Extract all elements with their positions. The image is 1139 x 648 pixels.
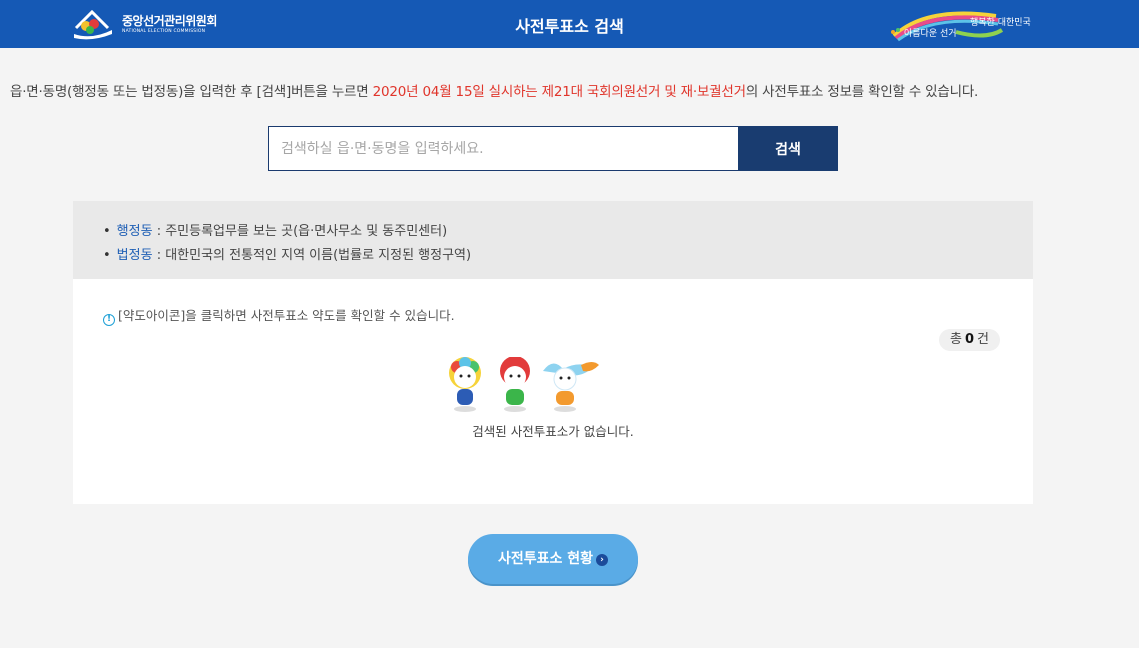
info-term: 법정동 bbox=[117, 248, 153, 263]
mascot-illustration bbox=[443, 357, 603, 419]
info-circle-icon: ! bbox=[103, 314, 115, 326]
result-panel: ![약도아이콘]을 클릭하면 사전투표소 약도를 확인할 수 있습니다. 총0건 bbox=[73, 279, 1033, 504]
notice-text: [약도아이콘]을 클릭하면 사전투표소 약도를 확인할 수 있습니다. bbox=[118, 308, 455, 323]
intro-highlight: 2020년 04월 15일 실시하는 제21대 국회의원선거 및 재·보궐선거 bbox=[373, 84, 746, 100]
early-voting-status-button[interactable]: 사전투표소 현황› bbox=[468, 534, 638, 584]
info-item-haengjeongdong: • 행정동 : 주민등록업무를 보는 곳(읍·면사무소 및 동주민센터) bbox=[103, 220, 447, 239]
search-button[interactable]: 검색 bbox=[738, 126, 838, 171]
slogan-right-text: 행복한 대한민국 bbox=[970, 15, 1031, 28]
status-button-label: 사전투표소 현황 bbox=[498, 551, 593, 567]
top-header: 중앙선거관리위원회 NATIONAL ELECTION COMMISSION 사… bbox=[0, 0, 1139, 48]
chevron-right-icon: › bbox=[596, 554, 608, 566]
dong-info-box: • 행정동 : 주민등록업무를 보는 곳(읍·면사무소 및 동주민센터) • 법정동… bbox=[73, 201, 1033, 279]
result-count-badge: 총0건 bbox=[939, 329, 1000, 351]
slogan-logo: 아름다운 선거 행복한 대한민국 bbox=[886, 6, 1036, 42]
intro-before: 읍·면·동명(행정동 또는 법정동)을 입력한 후 [검색]버튼을 누르면 bbox=[10, 84, 373, 100]
info-desc: : 대한민국의 전통적인 지역 이름(법률로 지정된 행정구역) bbox=[153, 248, 472, 263]
count-suffix: 건 bbox=[977, 332, 989, 347]
count-value: 0 bbox=[965, 332, 974, 347]
count-prefix: 총 bbox=[950, 332, 962, 347]
empty-result-message: 검색된 사전투표소가 없습니다. bbox=[73, 421, 1033, 440]
search-form: 검색 bbox=[268, 126, 838, 171]
bullet-icon: • bbox=[103, 248, 111, 263]
search-input[interactable] bbox=[268, 126, 739, 171]
map-notice: ![약도아이콘]을 클릭하면 사전투표소 약도를 확인할 수 있습니다. bbox=[103, 305, 455, 326]
intro-after: 의 사전투표소 정보를 확인할 수 있습니다. bbox=[746, 84, 978, 100]
intro-text: 읍·면·동명(행정동 또는 법정동)을 입력한 후 [검색]버튼을 누르면 20… bbox=[10, 80, 1130, 100]
info-term: 행정동 bbox=[117, 224, 153, 239]
info-desc: : 주민등록업무를 보는 곳(읍·면사무소 및 동주민센터) bbox=[153, 224, 448, 239]
election-mascots-icon bbox=[443, 357, 603, 419]
bullet-icon: • bbox=[103, 224, 111, 239]
slogan-left-text: 아름다운 선거 bbox=[904, 26, 957, 39]
info-item-beopjeongdong: • 법정동 : 대한민국의 전통적인 지역 이름(법률로 지정된 행정구역) bbox=[103, 244, 471, 263]
